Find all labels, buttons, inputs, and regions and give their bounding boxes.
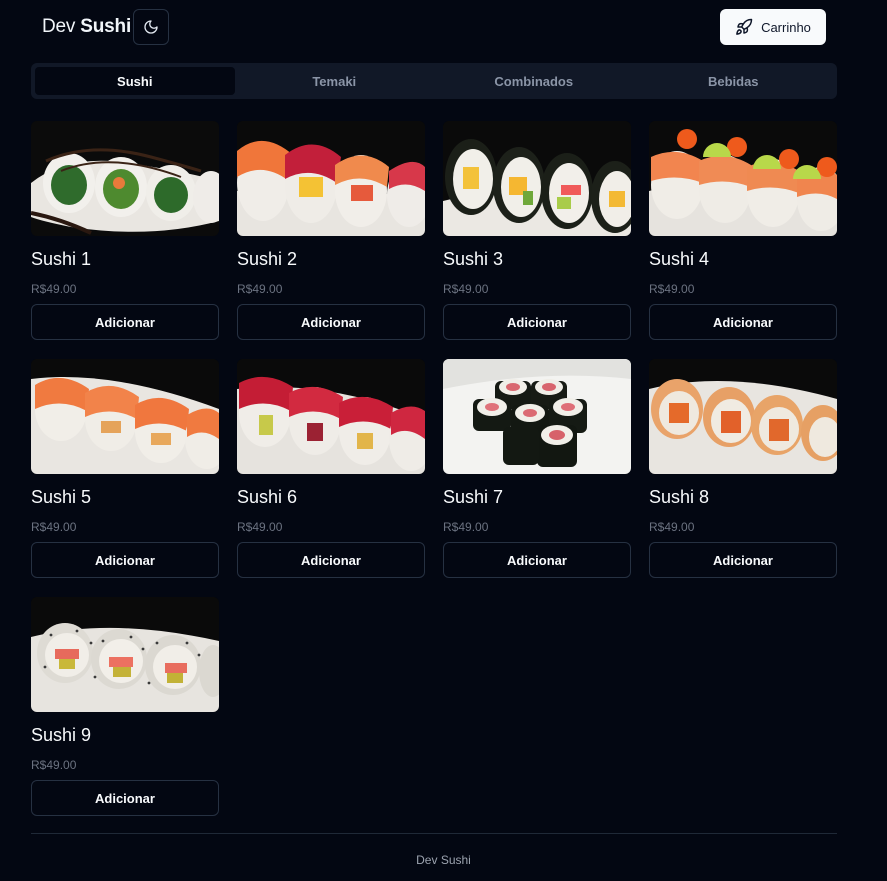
product-image — [237, 121, 425, 236]
product-name: Sushi 6 — [237, 487, 298, 507]
add-to-cart-button[interactable]: Adicionar — [649, 542, 837, 578]
brand-bold: Sushi — [80, 16, 132, 37]
header: Dev Sushi Carrinho — [0, 0, 887, 54]
product-price: R$49.00 — [31, 758, 77, 772]
product-card: Sushi 1 R$49.00 Adicionar — [31, 121, 219, 340]
product-card: Sushi 4 R$49.00 Adicionar — [649, 121, 837, 340]
cart-button[interactable]: Carrinho — [720, 9, 826, 45]
product-name: Sushi 1 — [31, 249, 92, 269]
product-image — [31, 359, 219, 474]
product-card: Sushi 6 R$49.00 Adicionar — [237, 359, 425, 578]
product-name: Sushi 4 — [649, 249, 710, 269]
footer-divider — [31, 833, 837, 834]
add-to-cart-button[interactable]: Adicionar — [31, 780, 219, 816]
product-name: Sushi 9 — [31, 725, 92, 745]
category-tabs: Sushi Temaki Combinados Bebidas — [31, 63, 837, 99]
product-price: R$49.00 — [31, 520, 77, 534]
product-price: R$49.00 — [237, 282, 283, 296]
moon-icon — [144, 20, 158, 34]
product-name: Sushi 5 — [31, 487, 92, 507]
footer-text: Dev Sushi — [416, 853, 471, 867]
add-to-cart-button[interactable]: Adicionar — [649, 304, 837, 340]
rocket-icon — [736, 18, 753, 35]
tab-bebidas[interactable]: Bebidas — [634, 67, 834, 95]
brand-logo[interactable]: Dev Sushi — [42, 16, 131, 38]
product-name: Sushi 7 — [443, 487, 504, 507]
product-card: Sushi 2 R$49.00 Adicionar — [237, 121, 425, 340]
product-image — [31, 121, 219, 236]
product-price: R$49.00 — [649, 282, 695, 296]
add-to-cart-button[interactable]: Adicionar — [237, 304, 425, 340]
product-image — [649, 359, 837, 474]
product-image — [649, 121, 837, 236]
cart-label: Carrinho — [761, 19, 811, 35]
product-price: R$49.00 — [31, 282, 77, 296]
product-card: Sushi 7 R$49.00 Adicionar — [443, 359, 631, 578]
product-name: Sushi 2 — [237, 249, 298, 269]
product-price: R$49.00 — [443, 282, 489, 296]
add-to-cart-button[interactable]: Adicionar — [31, 542, 219, 578]
add-to-cart-button[interactable]: Adicionar — [237, 542, 425, 578]
product-name: Sushi 8 — [649, 487, 710, 507]
add-to-cart-button[interactable]: Adicionar — [443, 304, 631, 340]
product-price: R$49.00 — [649, 520, 695, 534]
tab-sushi[interactable]: Sushi — [35, 67, 235, 95]
product-card: Sushi 5 R$49.00 Adicionar — [31, 359, 219, 578]
product-card: Sushi 9 R$49.00 Adicionar — [31, 597, 219, 816]
add-to-cart-button[interactable]: Adicionar — [31, 304, 219, 340]
product-price: R$49.00 — [237, 520, 283, 534]
product-grid: Sushi 1 R$49.00 Adicionar Sushi 2 R$49.0… — [31, 121, 837, 816]
add-to-cart-button[interactable]: Adicionar — [443, 542, 631, 578]
product-image — [443, 359, 631, 474]
tab-temaki[interactable]: Temaki — [235, 67, 435, 95]
product-image — [237, 359, 425, 474]
product-image — [443, 121, 631, 236]
brand-light: Dev — [42, 16, 76, 37]
product-price: R$49.00 — [443, 520, 489, 534]
product-image — [31, 597, 219, 712]
product-card: Sushi 3 R$49.00 Adicionar — [443, 121, 631, 340]
theme-toggle-button[interactable] — [133, 9, 169, 45]
tab-combinados[interactable]: Combinados — [434, 67, 634, 95]
product-card: Sushi 8 R$49.00 Adicionar — [649, 359, 837, 578]
product-name: Sushi 3 — [443, 249, 504, 269]
